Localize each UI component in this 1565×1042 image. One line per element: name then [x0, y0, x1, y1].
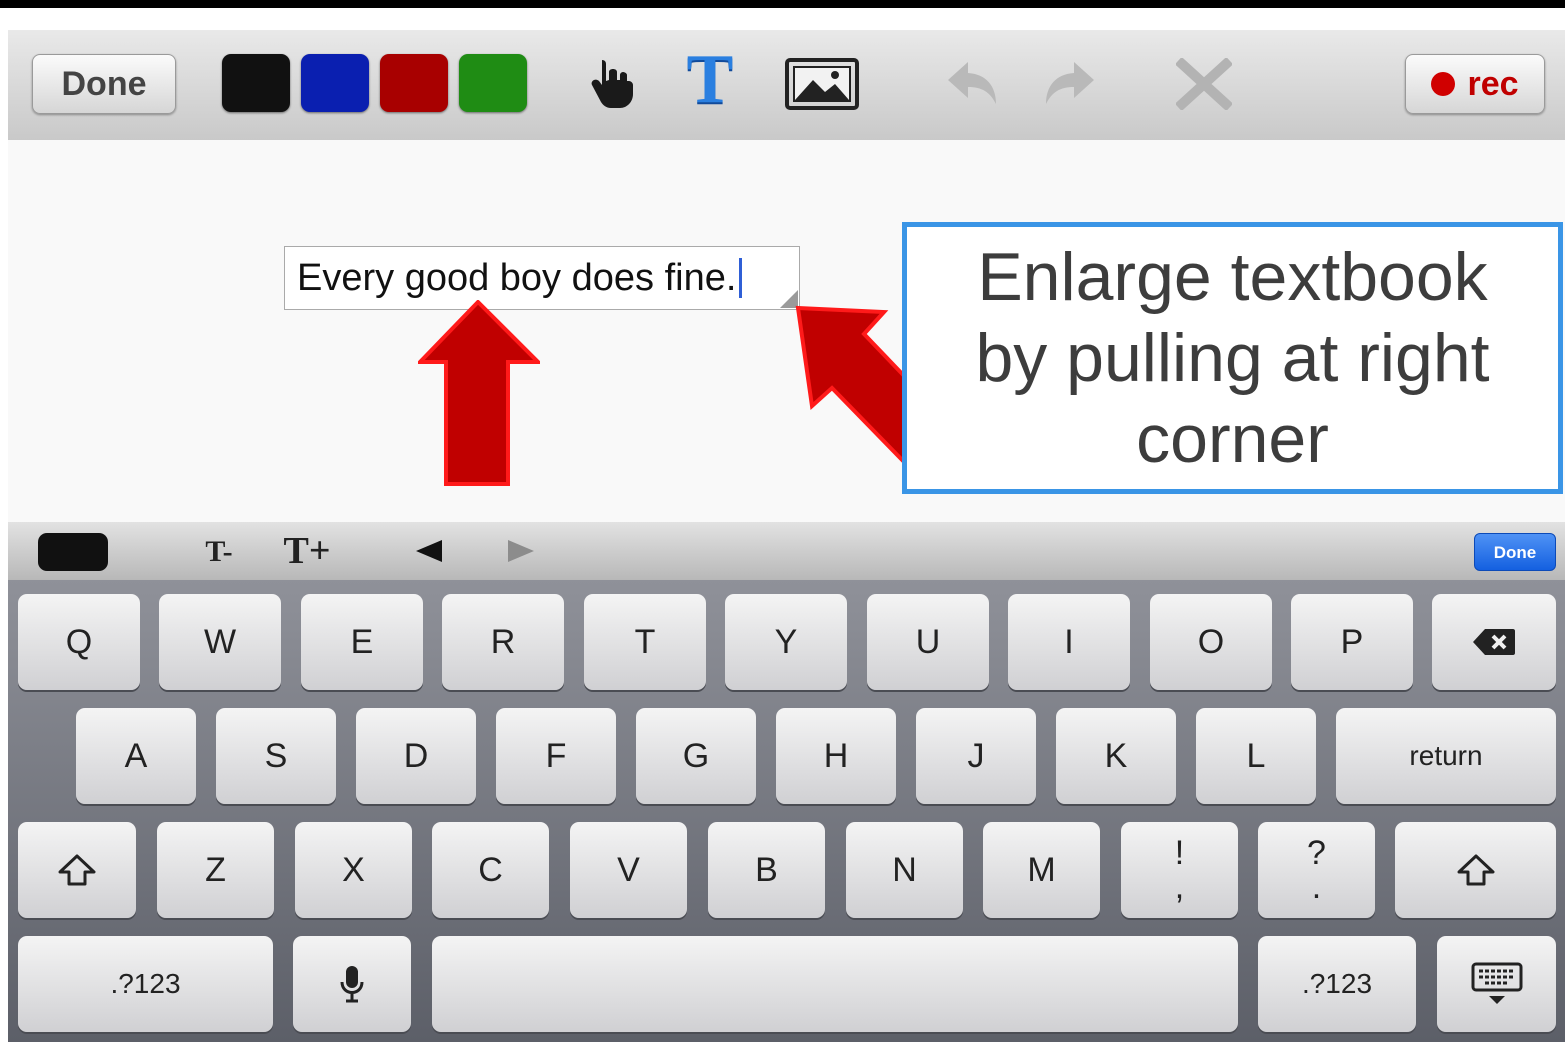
record-dot-icon [1431, 72, 1456, 96]
return-key[interactable]: return [1336, 708, 1556, 804]
shift-arrow-icon [58, 854, 96, 886]
key-o[interactable]: O [1150, 594, 1272, 690]
key-z[interactable]: Z [157, 822, 274, 918]
color-blue-swatch[interactable] [301, 54, 369, 112]
key-top-char: ? [1307, 834, 1326, 872]
key-bottom-char: , [1174, 868, 1185, 906]
record-button[interactable]: rec [1405, 54, 1545, 114]
key-t[interactable]: T [584, 594, 706, 690]
key-f[interactable]: F [496, 708, 616, 804]
done-button[interactable]: Done [32, 54, 176, 114]
key-x[interactable]: X [295, 822, 412, 918]
key-i[interactable]: I [1008, 594, 1130, 690]
dictation-key[interactable] [293, 936, 411, 1032]
key-w[interactable]: W [159, 594, 281, 690]
microphone-icon [340, 966, 364, 1003]
text-color-swatch[interactable] [38, 533, 108, 571]
key-y[interactable]: Y [725, 594, 847, 690]
backspace-key[interactable] [1432, 594, 1556, 690]
key-u[interactable]: U [867, 594, 989, 690]
undo-icon[interactable] [946, 58, 1002, 108]
text-caret [739, 258, 743, 298]
key-c[interactable]: C [432, 822, 549, 918]
key-top-char: ! [1174, 834, 1185, 872]
hide-keyboard-key[interactable] [1437, 936, 1556, 1032]
backspace-icon [1473, 629, 1515, 655]
key-p[interactable]: P [1291, 594, 1413, 690]
callout-text: Enlarge textbook by pulling at right cor… [975, 238, 1490, 477]
key-r[interactable]: R [442, 594, 564, 690]
numbers-key-left[interactable]: .?123 [18, 936, 273, 1032]
key-k[interactable]: K [1056, 708, 1176, 804]
key-s[interactable]: S [216, 708, 336, 804]
text-tool-icon[interactable]: T [680, 44, 740, 116]
shift-arrow-icon [1457, 854, 1494, 886]
cursor-right-arrow-icon[interactable] [506, 538, 536, 564]
key-m[interactable]: M [983, 822, 1100, 918]
hand-pointer-icon[interactable] [588, 58, 636, 110]
shift-key-left[interactable] [18, 822, 136, 918]
clear-close-icon[interactable] [1176, 58, 1232, 110]
record-label: rec [1467, 64, 1519, 103]
up-arrow-annotation [418, 300, 540, 486]
shift-key-right[interactable] [1395, 822, 1556, 918]
instruction-callout: Enlarge textbook by pulling at right cor… [902, 222, 1563, 494]
top-border [0, 0, 1565, 8]
space-bar[interactable] [432, 936, 1238, 1032]
color-black-swatch[interactable] [222, 54, 290, 112]
key-h[interactable]: H [776, 708, 896, 804]
key-e[interactable]: E [301, 594, 423, 690]
diagonal-arrow-annotation [795, 305, 912, 472]
text-box-content: Every good boy does fine. [297, 257, 737, 299]
key-d[interactable]: D [356, 708, 476, 804]
key-g[interactable]: G [636, 708, 756, 804]
key-j[interactable]: J [916, 708, 1036, 804]
key-l[interactable]: L [1196, 708, 1316, 804]
redo-icon[interactable] [1040, 58, 1096, 108]
text-box[interactable]: Every good boy does fine. [284, 246, 800, 310]
key-b[interactable]: B [708, 822, 825, 918]
keyboard-dismiss-icon [1471, 962, 1522, 1004]
key-a[interactable]: A [76, 708, 196, 804]
image-insert-icon[interactable] [785, 58, 859, 110]
key-question-period[interactable]: ? . [1258, 822, 1375, 918]
key-bottom-char: . [1311, 868, 1322, 906]
decrease-font-button[interactable]: T- [194, 532, 244, 572]
key-v[interactable]: V [570, 822, 687, 918]
color-red-swatch[interactable] [380, 54, 448, 112]
color-green-swatch[interactable] [459, 54, 527, 112]
cursor-left-arrow-icon[interactable] [414, 538, 444, 564]
key-n[interactable]: N [846, 822, 963, 918]
key-exclamation-comma[interactable]: ! , [1121, 822, 1238, 918]
key-q[interactable]: Q [18, 594, 140, 690]
keyboard-done-button[interactable]: Done [1474, 533, 1556, 571]
numbers-key-right[interactable]: .?123 [1258, 936, 1416, 1032]
increase-font-button[interactable]: T+ [280, 528, 334, 574]
